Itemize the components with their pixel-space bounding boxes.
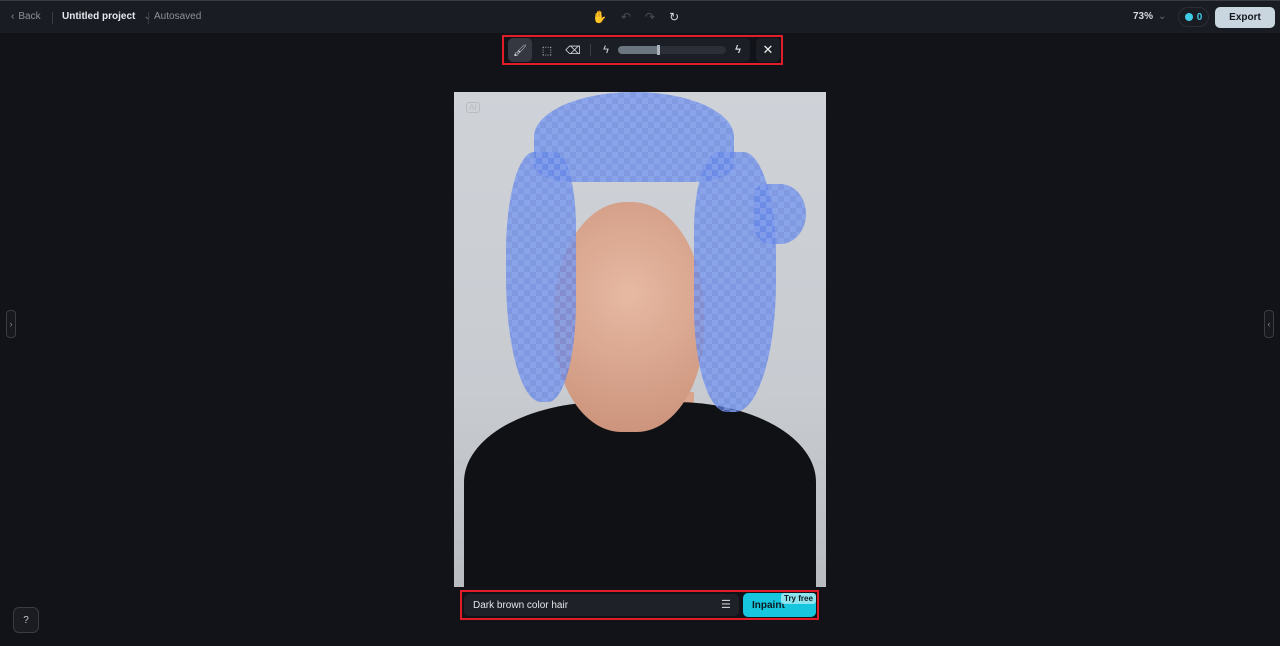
credit-icon [1184, 13, 1193, 21]
close-button[interactable]: ✕ [756, 38, 780, 62]
chevron-right-icon: › [9, 319, 13, 329]
prompt-bar: ☰ Inpaint Try free [460, 590, 819, 620]
hand-icon[interactable]: ✋ [592, 10, 607, 24]
help-icon: ? [23, 614, 29, 626]
refresh-icon[interactable]: ↻ [669, 10, 679, 24]
brush-toolbar: 🖌 ⬚ ⌫ ϟ ϟ ✕ [502, 35, 783, 65]
back-button[interactable]: ‹ Back [11, 11, 41, 22]
left-panel-toggle[interactable]: › [6, 310, 16, 338]
eraser-tool-button[interactable]: ⌫ [561, 38, 585, 62]
export-button[interactable]: Export [1215, 7, 1275, 28]
divider [148, 12, 149, 24]
select-tool-button[interactable]: ⬚ [535, 38, 559, 62]
ai-badge: AI [466, 102, 480, 113]
divider [52, 12, 53, 24]
help-button[interactable]: ? [13, 607, 39, 633]
brush-tool-button[interactable]: 🖌 [508, 38, 532, 62]
credits-badge[interactable]: 0 [1178, 7, 1209, 27]
try-free-badge: Try free [781, 593, 816, 604]
right-panel-toggle[interactable]: ‹ [1264, 310, 1274, 338]
slider-thumb[interactable] [656, 45, 660, 55]
zoom-dropdown[interactable]: 73% ⌄ [1133, 11, 1166, 22]
close-icon: ✕ [762, 42, 774, 57]
slider-fill [618, 46, 658, 54]
small-brush-icon: ϟ [603, 44, 609, 56]
mask-region [754, 184, 806, 244]
undo-icon[interactable]: ↶ [621, 10, 631, 24]
brush-size-slider[interactable] [618, 45, 726, 55]
chevron-down-icon: ⌄ [1158, 11, 1167, 22]
select-icon: ⬚ [541, 44, 553, 57]
divider [590, 44, 591, 56]
eraser-icon: ⌫ [565, 44, 581, 57]
image-canvas[interactable]: AI [454, 92, 826, 587]
large-brush-icon: ϟ [735, 44, 741, 56]
chevron-left-icon: ‹ [1267, 319, 1271, 329]
brush-icon: 🖌 [513, 44, 527, 57]
save-status: Autosaved [154, 11, 202, 22]
face [554, 202, 704, 432]
chevron-left-icon: ‹ [11, 11, 15, 22]
top-bar: ‹Back Untitled project⌄ Autosaved ✋ ↶ ↷ … [0, 0, 1280, 33]
prompt-input[interactable] [464, 594, 739, 616]
project-title-menu[interactable]: Untitled project⌄ [62, 11, 152, 22]
settings-sliders-icon[interactable]: ☰ [721, 598, 731, 611]
redo-icon[interactable]: ↷ [645, 10, 655, 24]
mask-region [506, 152, 576, 402]
